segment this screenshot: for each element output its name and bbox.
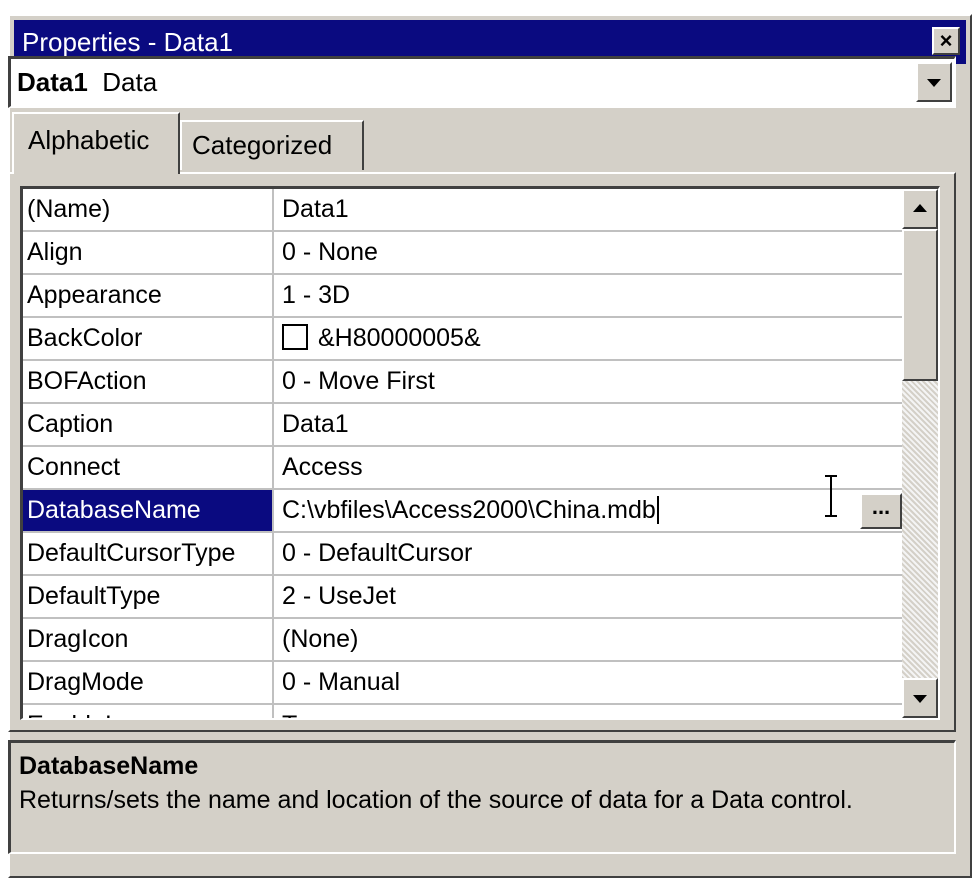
property-value[interactable]: Data1 (278, 404, 904, 445)
chevron-down-icon[interactable] (916, 62, 952, 102)
property-name: Caption (23, 404, 274, 445)
property-value[interactable]: Data1 (278, 189, 904, 230)
property-name: DragIcon (23, 619, 274, 660)
property-row-databasename[interactable]: DatabaseName C:\vbfiles\Access2000\China… (23, 490, 904, 533)
property-value[interactable]: (None) (278, 619, 904, 660)
property-name: DragMode (23, 662, 274, 703)
property-row-appearance[interactable]: Appearance 1 - 3D (23, 275, 904, 318)
property-name: EnableI (23, 705, 274, 718)
property-row-bofaction[interactable]: BOFAction 0 - Move First (23, 361, 904, 404)
property-name: Align (23, 232, 274, 273)
description-title: DatabaseName (19, 752, 199, 780)
property-name: Appearance (23, 275, 274, 316)
text-cursor-icon (825, 475, 837, 517)
property-name: (Name) (23, 189, 274, 230)
property-value[interactable]: 0 - DefaultCursor (278, 533, 904, 574)
object-selector[interactable]: Data1 Data (8, 56, 956, 108)
window-title: Properties - Data1 (22, 27, 233, 57)
property-value[interactable]: 0 - Move First (278, 361, 904, 402)
property-row-connect[interactable]: Connect Access (23, 447, 904, 490)
object-type: Data (102, 67, 158, 97)
property-name: DefaultType (23, 576, 274, 617)
property-value-input[interactable]: C:\vbfiles\Access2000\China.mdb (282, 496, 656, 524)
property-row-enabled[interactable]: EnableI T (23, 705, 904, 718)
property-name: DatabaseName (23, 490, 274, 531)
close-icon[interactable]: × (932, 27, 960, 55)
tab-alphabetic[interactable]: Alphabetic (12, 112, 180, 174)
property-value[interactable]: Access (278, 447, 904, 488)
object-name: Data1 (17, 67, 88, 97)
text-caret (656, 495, 659, 524)
scroll-up-icon[interactable] (902, 189, 938, 229)
property-row-dragmode[interactable]: DragMode 0 - Manual (23, 662, 904, 705)
ellipsis-button[interactable]: ... (860, 493, 902, 529)
property-value[interactable]: T (278, 705, 904, 718)
tab-label: Alphabetic (28, 125, 150, 155)
property-row-backcolor[interactable]: BackColor &H80000005& (23, 318, 904, 361)
property-value-cell[interactable]: C:\vbfiles\Access2000\China.mdb ... (278, 490, 904, 531)
description-pane: DatabaseName Returns/sets the name and l… (8, 740, 956, 854)
tab-categorized[interactable]: Categorized (180, 120, 364, 170)
property-name: DefaultCursorType (23, 533, 274, 574)
property-row-defaulttype[interactable]: DefaultType 2 - UseJet (23, 576, 904, 619)
property-row-dragicon[interactable]: DragIcon (None) (23, 619, 904, 662)
property-name: BackColor (23, 318, 274, 359)
scroll-down-icon[interactable] (902, 678, 938, 718)
property-value: &H80000005& (318, 324, 481, 352)
property-name: BOFAction (23, 361, 274, 402)
tab-label: Categorized (192, 130, 333, 160)
property-grid[interactable]: (Name) Data1 Align 0 - None Appearance 1… (20, 186, 940, 720)
property-value[interactable]: 0 - Manual (278, 662, 904, 703)
vertical-scrollbar[interactable] (902, 189, 938, 718)
color-swatch (282, 324, 308, 351)
property-row-defaultcursortype[interactable]: DefaultCursorType 0 - DefaultCursor (23, 533, 904, 576)
property-value[interactable]: 2 - UseJet (278, 576, 904, 617)
property-value[interactable]: 0 - None (278, 232, 904, 273)
scroll-thumb[interactable] (902, 229, 938, 381)
property-name: Connect (23, 447, 274, 488)
property-value-cell[interactable]: &H80000005& (278, 318, 904, 359)
property-row-align[interactable]: Align 0 - None (23, 232, 904, 275)
property-value[interactable]: 1 - 3D (278, 275, 904, 316)
description-text: Returns/sets the name and location of th… (19, 786, 853, 814)
property-row-caption[interactable]: Caption Data1 (23, 404, 904, 447)
property-row-name[interactable]: (Name) Data1 (23, 189, 904, 232)
